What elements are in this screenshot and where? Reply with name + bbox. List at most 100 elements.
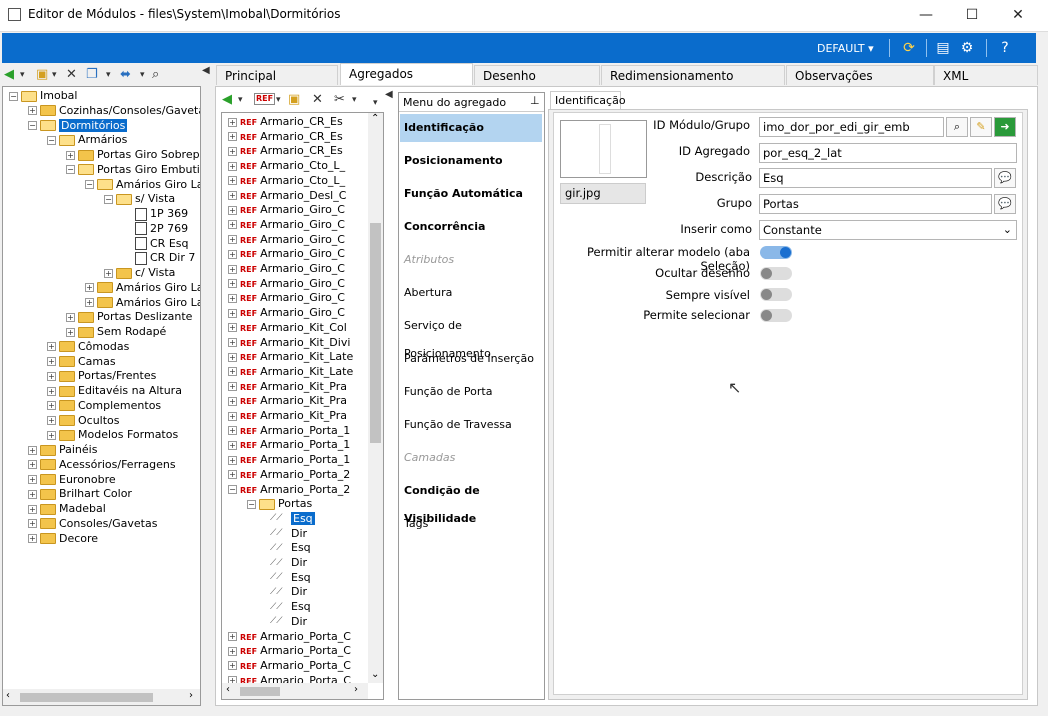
expand-icon[interactable]: + (66, 150, 75, 160)
tree-item[interactable]: + Painéis (28, 442, 97, 457)
expand-icon[interactable]: + (28, 106, 37, 116)
expand-icon[interactable]: − (47, 135, 56, 145)
expand-icon[interactable]: + (228, 455, 237, 465)
tree-item[interactable]: + REF Armario_Porta_1 (228, 437, 350, 452)
expand-icon[interactable]: − (28, 121, 37, 130)
expand-icon[interactable]: + (85, 283, 94, 293)
tree-item[interactable]: ⟋⟋ Dir (266, 614, 307, 629)
expand-icon[interactable]: + (228, 146, 237, 156)
tree-item[interactable]: + REF Armario_Giro_C (228, 217, 345, 232)
collapse-left-icon[interactable]: ◀ (202, 63, 210, 79)
menu-item-6[interactable]: Serviço de Posicionamento (400, 312, 542, 360)
tree-item[interactable]: CR Esq (123, 236, 188, 251)
expand-icon[interactable]: + (47, 371, 56, 381)
tree-item[interactable]: ⟋⟋ Esq (266, 599, 311, 614)
tree-item[interactable]: + Amários Giro La (85, 295, 200, 310)
descricao-input[interactable]: Esq (759, 168, 992, 188)
expand-icon[interactable]: + (228, 308, 237, 318)
expand-icon[interactable]: + (228, 632, 237, 641)
expand-icon[interactable]: + (228, 440, 237, 450)
tree-item[interactable]: − s/ Vista (104, 191, 175, 206)
expand-icon[interactable]: − (247, 499, 256, 509)
expand-icon[interactable]: + (47, 416, 56, 425)
tree-item[interactable]: + Euronobre (28, 472, 116, 487)
tree-item[interactable]: − Dormitórios (28, 118, 128, 133)
tree-item[interactable]: + Editavéis na Altura (47, 383, 182, 398)
search-icon[interactable]: ⌕ (152, 67, 159, 83)
tree-item[interactable]: + REF Armario_CR_Es (228, 143, 343, 158)
pin-icon[interactable]: ⊥ (530, 94, 540, 107)
expand-icon[interactable]: + (28, 460, 37, 470)
tree-item[interactable]: + Portas Deslizante (66, 309, 192, 324)
expand-icon[interactable]: + (228, 191, 237, 200)
expand-icon[interactable]: + (28, 504, 37, 514)
tree-item[interactable]: − Amários Giro La (85, 177, 200, 192)
expand-icon[interactable]: + (228, 426, 237, 436)
profile-dropdown[interactable]: DEFAULT ▾ (817, 42, 874, 55)
move-icon[interactable]: ⬌ (120, 67, 131, 83)
tree-item[interactable]: + Amários Giro La (85, 280, 200, 295)
inserir-select[interactable]: Constante ⌄ (759, 220, 1017, 240)
menu-item-9[interactable]: Função de Travessa (400, 411, 542, 439)
ref-icon[interactable]: REF (254, 93, 276, 105)
expand-icon[interactable]: + (47, 401, 56, 411)
menu-item-0[interactable]: Identificação (400, 114, 542, 142)
tree-item[interactable]: 1P 369 (123, 206, 188, 221)
tab-1[interactable]: Agregados (340, 63, 473, 85)
tree-item[interactable]: + Madebal (28, 501, 106, 516)
expand-icon[interactable]: + (228, 396, 237, 406)
expand-icon[interactable]: + (228, 235, 237, 245)
menu-item-12[interactable]: Tags (400, 510, 542, 538)
tree-item[interactable]: + REF Armario_Giro_C (228, 246, 345, 261)
refresh-icon[interactable]: ⟳ (899, 38, 919, 58)
expand-icon[interactable]: + (228, 279, 237, 289)
expand-icon[interactable]: + (28, 445, 37, 455)
tree-item[interactable]: + Ocultos (47, 413, 120, 428)
expand-icon[interactable]: + (228, 323, 237, 333)
gear-icon[interactable]: ⚙ (957, 38, 977, 58)
tree-item[interactable]: + REF Armario_Kit_Late (228, 364, 353, 379)
new-folder-icon[interactable]: ▣ (36, 67, 48, 83)
expand-icon[interactable]: + (85, 298, 94, 307)
translate-icon[interactable]: 💬 (994, 194, 1016, 214)
tree-item[interactable]: ⟋⟋ Esq (266, 511, 315, 526)
chevron-down-icon[interactable]: ▾ (352, 92, 357, 108)
new-folder-icon[interactable]: ▣ (288, 92, 300, 108)
cut-icon[interactable]: ✂ (334, 92, 345, 108)
menu-item-11[interactable]: Condição de Visibilidade (400, 477, 542, 525)
tree-item[interactable]: − Portas (247, 496, 312, 511)
tree-item[interactable]: + Consoles/Gavetas (28, 516, 157, 531)
back-icon[interactable]: ◀ (222, 92, 232, 108)
tree-item[interactable]: − Armários (47, 132, 127, 147)
tab-5[interactable]: XML (934, 65, 1038, 85)
expand-icon[interactable]: + (228, 661, 237, 671)
tree-item[interactable]: + REF Armario_Porta_1 (228, 452, 350, 467)
chevron-down-icon[interactable]: ▾ (140, 67, 145, 83)
expand-icon[interactable]: + (28, 519, 37, 529)
tree-item[interactable]: + REF Armario_Kit_Pra (228, 408, 347, 423)
tree-item[interactable]: + Decore (28, 531, 98, 546)
tree-item[interactable]: ⟋⟋ Dir (266, 555, 307, 570)
tree-item[interactable]: + REF Armario_Giro_C (228, 232, 345, 247)
tree-item[interactable]: + REF Armario_Giro_C (228, 305, 345, 320)
close-button[interactable]: ✕ (1003, 4, 1033, 26)
tree-item[interactable]: + Modelos Formatos (47, 427, 178, 442)
tree-item[interactable]: + REF Armario_Giro_C (228, 276, 345, 291)
translate-icon[interactable]: 💬 (994, 168, 1016, 188)
maximize-button[interactable]: ☐ (957, 4, 987, 26)
tree-item[interactable]: + REF Armario_Giro_C (228, 290, 345, 305)
tree-item[interactable]: + Camas (47, 354, 116, 369)
expand-icon[interactable]: + (228, 205, 237, 215)
tree-item[interactable]: − REF Armario_Porta_2 (228, 482, 350, 497)
menu-item-5[interactable]: Abertura (400, 279, 542, 307)
grupo-input[interactable]: Portas (759, 194, 992, 214)
tree-item[interactable]: + Portas/Frentes (47, 368, 156, 383)
expand-icon[interactable]: − (228, 485, 237, 494)
expand-icon[interactable]: − (85, 180, 94, 189)
horizontal-scrollbar[interactable]: ‹ › (222, 683, 368, 699)
tree-item[interactable]: + REF Armario_Porta_2 (228, 467, 350, 482)
expand-icon[interactable]: + (28, 534, 37, 543)
menu-item-7[interactable]: Parâmetros de Inserção (400, 345, 542, 373)
tree-item[interactable]: +REFArmario_Porta_C (228, 629, 351, 644)
expand-icon[interactable]: + (228, 411, 237, 421)
